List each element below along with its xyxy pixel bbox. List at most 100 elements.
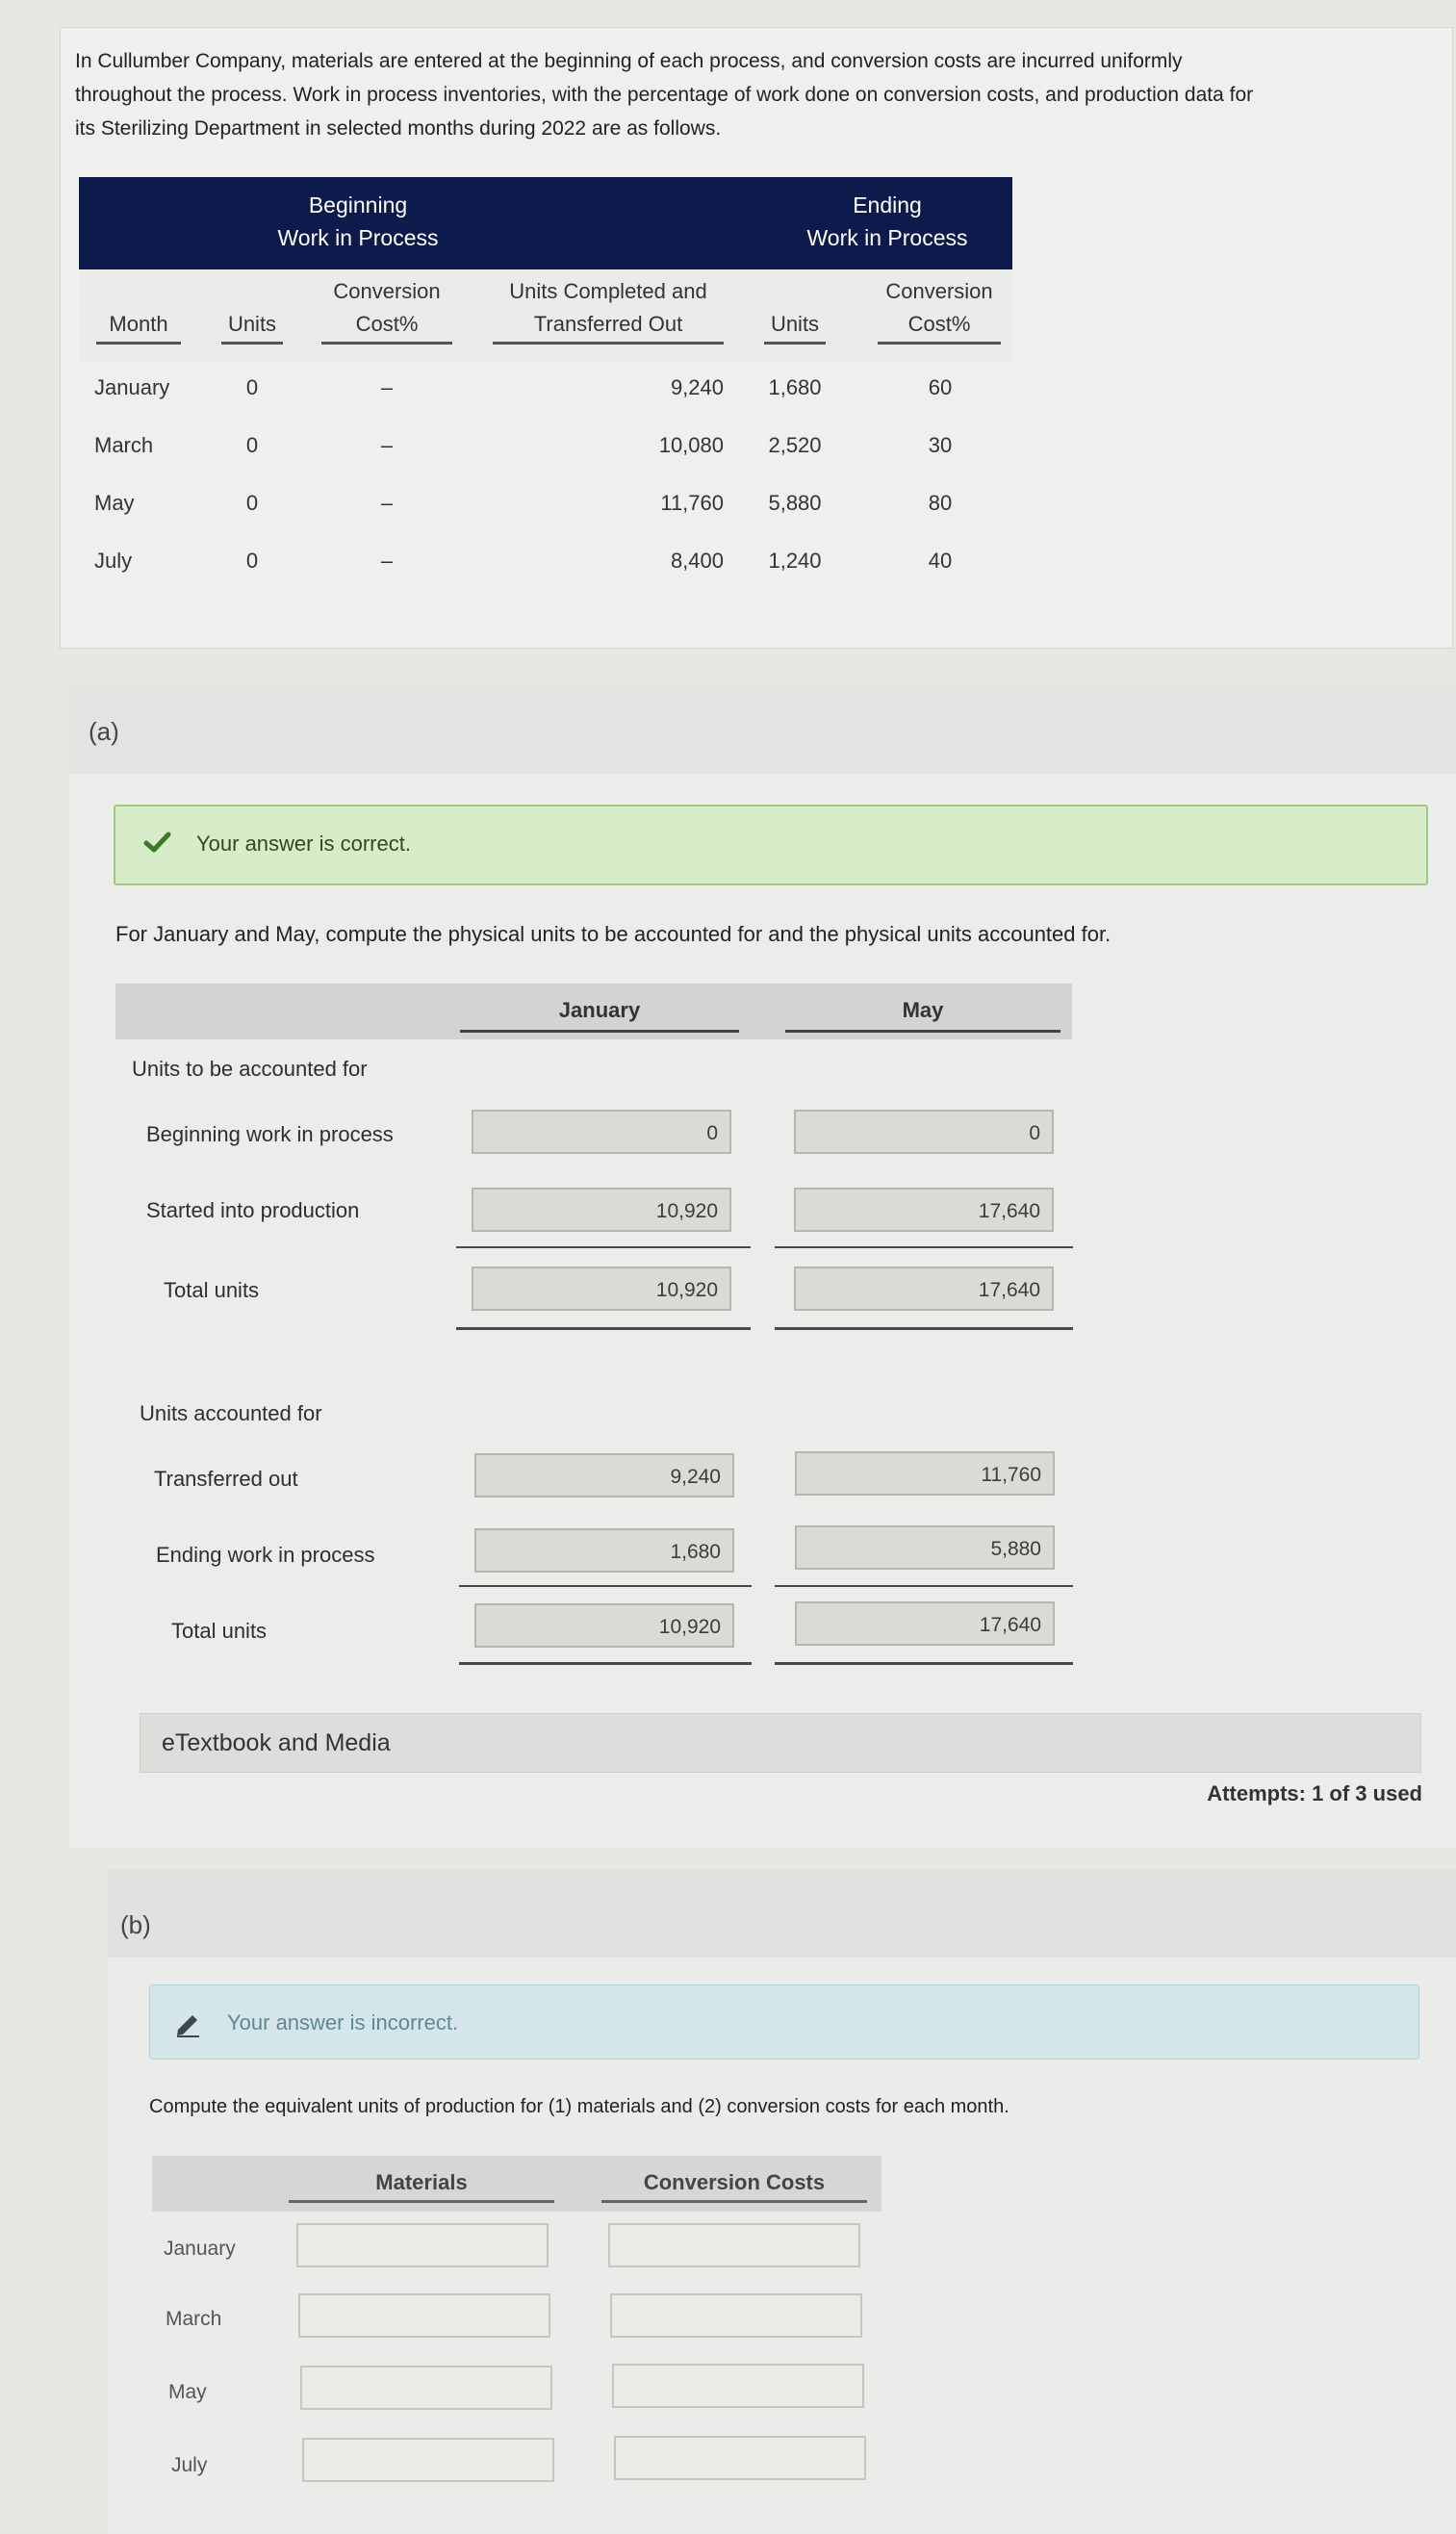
cell-end-units: 5,880 bbox=[768, 491, 822, 515]
cell-beg-conv: – bbox=[380, 375, 394, 399]
subtotal-rule bbox=[775, 1585, 1073, 1587]
part-a-header bbox=[69, 685, 1456, 774]
col-conversion-costs: Conversion Costs bbox=[601, 2165, 867, 2203]
jul-conversion-input[interactable] bbox=[614, 2436, 866, 2480]
total-double-rule bbox=[775, 1662, 1073, 1665]
col-end-conversion: Conversion Cost% bbox=[878, 275, 1001, 345]
etextbook-media-toggle[interactable]: eTextbook and Media bbox=[140, 1713, 1421, 1773]
cell-beg-units: 0 bbox=[245, 433, 259, 457]
cell-beg-units: 0 bbox=[245, 491, 259, 515]
cell-month: July bbox=[94, 549, 133, 573]
cell-end-conv: 40 bbox=[928, 549, 953, 573]
part-a-label: (a) bbox=[89, 717, 119, 746]
part-b-instruction: Compute the equivalent units of producti… bbox=[149, 2096, 1009, 2117]
jan-started-input[interactable]: 10,920 bbox=[472, 1188, 731, 1232]
data-table-header: Beginning Work in Process Ending Work in… bbox=[79, 177, 1012, 269]
cell-end-conv: 80 bbox=[928, 491, 953, 515]
feedback-text: Your answer is incorrect. bbox=[227, 2010, 459, 2035]
col-end-units: Units bbox=[764, 308, 826, 345]
subtotal-rule bbox=[775, 1246, 1073, 1248]
cell-completed: 8,400 bbox=[670, 549, 724, 573]
jan-total-units-input[interactable]: 10,920 bbox=[472, 1267, 731, 1311]
label-month-january: January bbox=[164, 2238, 236, 2260]
may-started-input[interactable]: 17,640 bbox=[794, 1188, 1054, 1232]
cell-month: January bbox=[94, 375, 170, 399]
may-total-accounted-input[interactable]: 17,640 bbox=[795, 1601, 1055, 1646]
label-month-july: July bbox=[171, 2454, 208, 2476]
part-b-header bbox=[108, 1869, 1456, 1958]
feedback-correct-banner: Your answer is correct. bbox=[114, 805, 1428, 885]
col-month: Month bbox=[96, 308, 181, 345]
cell-end-units: 1,240 bbox=[768, 549, 822, 573]
jan-ending-wip-input[interactable]: 1,680 bbox=[474, 1528, 734, 1573]
col-january: January bbox=[460, 991, 739, 1033]
col-may: May bbox=[785, 991, 1060, 1033]
table-row: March 0 – 10,080 2,520 30 bbox=[79, 420, 1012, 475]
jan-beginning-wip-input[interactable]: 0 bbox=[472, 1110, 731, 1154]
jan-transferred-out-input[interactable]: 9,240 bbox=[474, 1453, 734, 1497]
problem-line-2: throughout the process. Work in process … bbox=[75, 84, 1254, 106]
cell-month: May bbox=[94, 491, 135, 515]
etextbook-label: eTextbook and Media bbox=[162, 1729, 391, 1756]
cell-beg-units: 0 bbox=[245, 375, 259, 399]
may-transferred-out-input[interactable]: 11,760 bbox=[795, 1451, 1055, 1496]
cell-beg-conv: – bbox=[380, 433, 394, 457]
may-ending-wip-input[interactable]: 5,880 bbox=[795, 1525, 1055, 1570]
subtotal-rule bbox=[456, 1246, 751, 1248]
cell-end-units: 1,680 bbox=[768, 375, 822, 399]
problem-statement: In Cullumber Company, materials are ente… bbox=[75, 44, 1446, 145]
table-row: January 0 – 9,240 1,680 60 bbox=[79, 362, 1012, 418]
col-beg-conversion: Conversion Cost% bbox=[321, 275, 452, 345]
part-b-label: (b) bbox=[120, 1910, 151, 1939]
label-beginning-wip: Beginning work in process bbox=[146, 1122, 394, 1146]
jan-total-accounted-input[interactable]: 10,920 bbox=[474, 1603, 734, 1648]
cell-end-units: 2,520 bbox=[768, 433, 822, 457]
cell-end-conv: 60 bbox=[928, 375, 953, 399]
cell-beg-conv: – bbox=[380, 549, 394, 573]
cell-completed: 9,240 bbox=[670, 375, 724, 399]
group-ending-wip: Ending Work in Process bbox=[806, 192, 968, 250]
label-month-may: May bbox=[168, 2381, 207, 2403]
feedback-text: Your answer is correct. bbox=[196, 832, 411, 856]
jul-materials-input[interactable] bbox=[302, 2438, 554, 2482]
cell-beg-conv: – bbox=[380, 491, 394, 515]
label-month-march: March bbox=[166, 2308, 222, 2330]
may-materials-input[interactable] bbox=[300, 2366, 552, 2410]
cell-completed: 11,760 bbox=[660, 491, 724, 515]
label-total-units: Total units bbox=[164, 1278, 260, 1302]
section-units-accounted: Units accounted for bbox=[140, 1401, 322, 1425]
checkmark-icon bbox=[143, 832, 171, 853]
jan-materials-input[interactable] bbox=[296, 2223, 549, 2267]
label-ending-wip: Ending work in process bbox=[156, 1543, 375, 1567]
data-table-column-headers: Month Units Conversion Cost% Units Compl… bbox=[79, 269, 1012, 362]
attempts-counter: Attempts: 1 of 3 used bbox=[1207, 1781, 1422, 1805]
total-double-rule bbox=[456, 1327, 751, 1330]
table-row: May 0 – 11,760 5,880 80 bbox=[79, 477, 1012, 533]
problem-line-1: In Cullumber Company, materials are ente… bbox=[75, 50, 1183, 72]
col-materials: Materials bbox=[289, 2165, 554, 2203]
pencil-icon bbox=[177, 2015, 199, 2037]
cell-completed: 10,080 bbox=[658, 433, 724, 457]
col-completed-transferred: Units Completed and Transferred Out bbox=[493, 275, 724, 345]
group-beginning-wip: Beginning Work in Process bbox=[277, 192, 439, 250]
table-row: July 0 – 8,400 1,240 40 bbox=[79, 535, 1012, 591]
cell-month: March bbox=[94, 433, 154, 457]
total-double-rule bbox=[459, 1662, 752, 1665]
cell-beg-units: 0 bbox=[245, 549, 259, 573]
cell-end-conv: 30 bbox=[928, 433, 953, 457]
feedback-incorrect-banner: Your answer is incorrect. bbox=[149, 1984, 1419, 2060]
subtotal-rule bbox=[459, 1585, 752, 1587]
may-total-units-input[interactable]: 17,640 bbox=[794, 1267, 1054, 1311]
col-beg-units: Units bbox=[221, 308, 283, 345]
section-units-to-account: Units to be accounted for bbox=[132, 1057, 368, 1081]
mar-materials-input[interactable] bbox=[298, 2293, 550, 2338]
jan-conversion-input[interactable] bbox=[608, 2223, 860, 2267]
may-beginning-wip-input[interactable]: 0 bbox=[794, 1110, 1054, 1154]
mar-conversion-input[interactable] bbox=[610, 2293, 862, 2338]
may-conversion-input[interactable] bbox=[612, 2364, 864, 2408]
label-transferred-out: Transferred out bbox=[154, 1467, 298, 1491]
label-started-into-production: Started into production bbox=[146, 1198, 360, 1222]
problem-line-3: its Sterilizing Department in selected m… bbox=[75, 117, 722, 140]
label-total-units: Total units bbox=[171, 1619, 268, 1643]
total-double-rule bbox=[775, 1327, 1073, 1330]
